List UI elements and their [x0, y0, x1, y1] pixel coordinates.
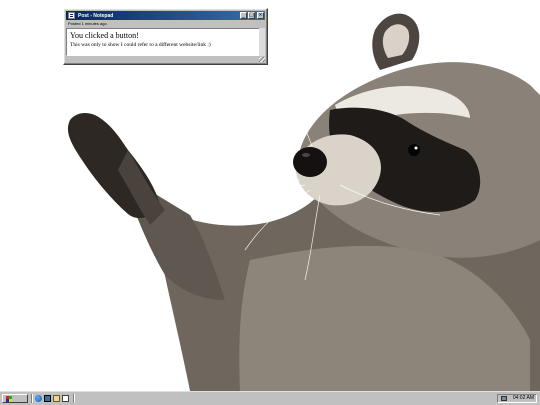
vertical-scrollbar[interactable] — [259, 28, 265, 56]
desktop[interactable]: Post - Notepad _ □ × Posted 1 minutes ag… — [0, 0, 540, 391]
title-bar[interactable]: Post - Notepad _ □ × — [66, 11, 265, 20]
status-bar — [66, 57, 265, 62]
taskbar-divider — [31, 394, 32, 403]
clock[interactable]: 04:02 AM — [513, 395, 534, 402]
network-monitor-icon[interactable] — [501, 396, 507, 401]
taskbar-divider — [73, 394, 74, 403]
raccoon-eye-shine — [414, 146, 418, 150]
close-button[interactable]: × — [257, 12, 264, 19]
raccoon-nose — [293, 147, 327, 177]
outlook-express-icon[interactable] — [53, 395, 60, 402]
notepad-window[interactable]: Post - Notepad _ □ × Posted 1 minutes ag… — [63, 8, 268, 65]
text-area[interactable]: You clicked a button! This was only to s… — [66, 28, 265, 56]
text-line: This was only to show I could refer to a… — [70, 42, 211, 48]
notepad-icon — [68, 12, 75, 19]
resize-grip-icon[interactable] — [259, 57, 265, 62]
internet-explorer-icon[interactable] — [35, 395, 42, 402]
minimize-button[interactable]: _ — [240, 12, 247, 19]
raccoon-eye — [408, 144, 420, 156]
raccoon-nose-shine — [302, 153, 310, 157]
windows-flag-icon — [6, 396, 12, 402]
channels-icon[interactable] — [62, 395, 69, 402]
maximize-button[interactable]: □ — [248, 12, 255, 19]
system-tray: 04:02 AM — [497, 394, 537, 403]
post-timestamp: Posted 1 minutes ago — [68, 21, 107, 26]
text-line: You clicked a button! — [70, 31, 139, 40]
taskbar: 04:02 AM — [0, 391, 540, 405]
show-desktop-icon[interactable] — [44, 395, 51, 402]
window-title: Post - Notepad — [78, 12, 114, 19]
start-button[interactable] — [2, 394, 28, 403]
